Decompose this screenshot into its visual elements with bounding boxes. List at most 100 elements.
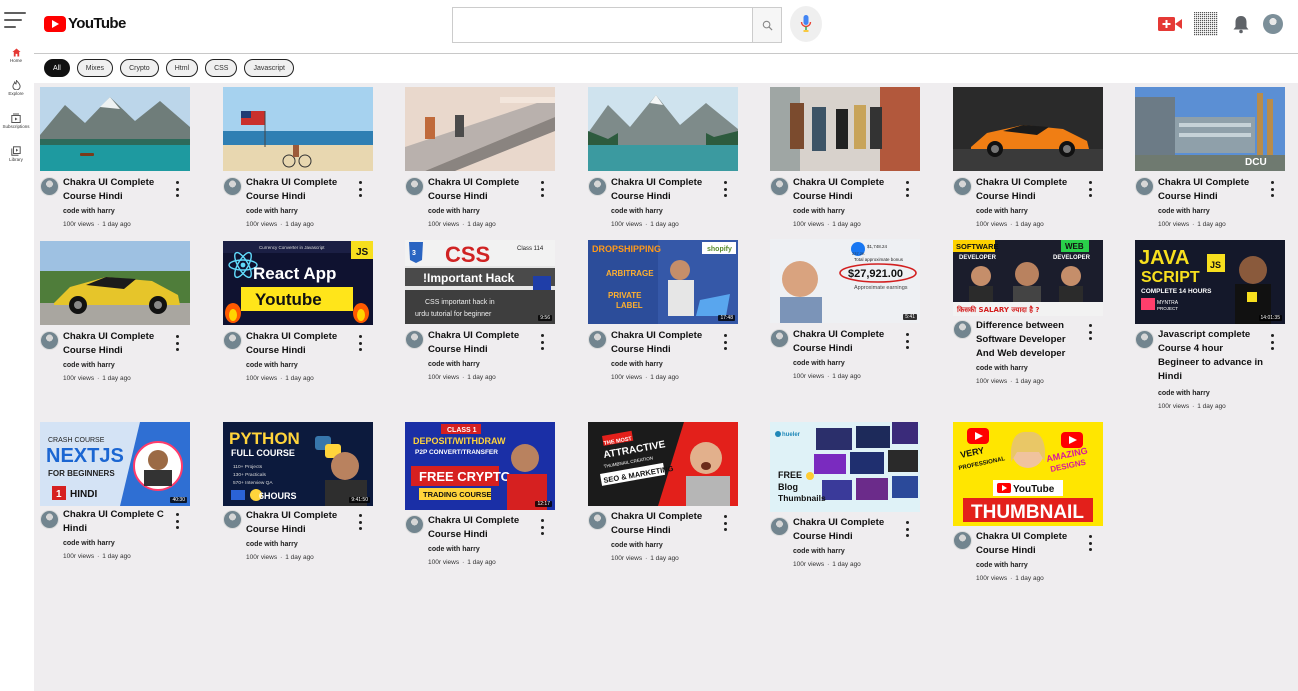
channel-name[interactable]: code with harry [1158,390,1210,397]
search-button[interactable] [752,7,782,43]
channel-name[interactable]: code with harry [1158,208,1210,215]
channel-name[interactable]: code with harry [246,208,298,215]
more-options-icon[interactable] [720,333,730,351]
more-options-icon[interactable] [355,180,365,198]
video-thumbnail[interactable] [40,241,190,325]
more-options-icon[interactable] [1267,333,1277,351]
channel-avatar[interactable] [770,517,789,536]
search-box[interactable] [452,7,752,43]
video-title[interactable]: Chakra UI Complete Course Hindi [63,176,171,204]
video-thumbnail[interactable]: DROPSHIPPING ARBITRAGE PRIVATE LABEL sho… [588,240,738,324]
channel-name[interactable]: code with harry [611,542,663,549]
sidebar-item-home[interactable]: Home [0,48,32,63]
channel-name[interactable]: code with harry [246,362,298,369]
channel-name[interactable]: code with harry [793,208,845,215]
channel-name[interactable]: code with harry [63,362,115,369]
video-thumbnail[interactable]: 3 CSS Class 114 !Important Hack CSS impo… [405,240,555,324]
video-title[interactable]: Javascript complete Course 4 hour Begine… [1158,328,1266,384]
video-thumbnail[interactable]: $1,748.24 Total approximate bonus 237.2K… [770,239,920,323]
video-thumbnail[interactable] [953,87,1103,171]
video-title[interactable]: Chakra UI Complete Course Hindi [63,330,171,358]
video-thumbnail[interactable] [588,87,738,171]
search-input[interactable] [453,8,752,42]
more-options-icon[interactable] [720,180,730,198]
more-options-icon[interactable] [1085,323,1095,341]
channel-name[interactable]: code with harry [63,208,115,215]
channel-name[interactable]: code with harry [428,208,480,215]
channel-name[interactable]: code with harry [428,361,480,368]
video-title[interactable]: Chakra UI Complete Course Hindi [976,176,1084,204]
video-thumbnail[interactable]: CLASS 1 DEPOSIT/WITHDRAW P2P CONVERT/TRA… [405,422,555,510]
voice-search-button[interactable] [790,6,822,42]
video-thumbnail[interactable]: VERY PROFESSIONAL AMAZING DESIGNS YouTub… [953,422,1103,526]
video-title[interactable]: Chakra UI Complete Course Hindi [793,516,901,544]
channel-name[interactable]: code with harry [428,546,480,553]
video-title[interactable]: Chakra UI Complete Course Hindi [428,514,536,542]
channel-avatar[interactable] [953,531,972,550]
video-thumbnail[interactable]: DCU [1135,87,1285,171]
apps-button[interactable] [1194,12,1218,36]
video-title[interactable]: Chakra UI Complete Course Hindi [976,530,1084,558]
more-options-icon[interactable] [537,333,547,351]
more-options-icon[interactable] [537,180,547,198]
video-thumbnail[interactable]: JAVA SCRIPT JS COMPLETE 14 HOURS MYNTRA … [1135,240,1285,324]
channel-avatar[interactable] [223,510,242,529]
channel-avatar[interactable] [405,177,424,196]
channel-name[interactable]: code with harry [611,361,663,368]
channel-avatar[interactable] [1135,177,1154,196]
more-options-icon[interactable] [172,334,182,352]
video-title[interactable]: Chakra UI Complete Course Hindi [793,328,901,356]
more-options-icon[interactable] [537,518,547,536]
video-thumbnail[interactable]: CRASH COURSE NEXTJS FOR BEGINNERS 1 HIND… [40,422,190,506]
channel-avatar[interactable] [405,515,424,534]
channel-avatar[interactable] [40,510,59,529]
video-title[interactable]: Chakra UI Complete Course Hindi [611,176,719,204]
channel-avatar[interactable] [40,331,59,350]
more-options-icon[interactable] [172,512,182,530]
video-title[interactable]: Chakra UI Complete Course Hindi [611,329,719,357]
video-thumbnail[interactable] [770,87,920,171]
chip-css[interactable]: CSS [205,59,238,77]
video-title[interactable]: Difference between Software Developer An… [976,319,1084,361]
chip-all[interactable]: All [44,59,70,77]
more-options-icon[interactable] [1085,180,1095,198]
video-title[interactable]: Chakra UI Complete Course Hindi [246,509,354,537]
create-video-button[interactable] [1158,12,1182,36]
sidebar-item-explore[interactable]: Explore [0,80,32,96]
channel-avatar[interactable] [1135,330,1154,349]
video-thumbnail[interactable]: Currency Converter in Javascript JS Reac… [223,241,373,325]
sidebar-item-library[interactable]: Library [0,146,32,162]
video-title[interactable]: Chakra UI Complete C Hindi [63,508,168,536]
channel-name[interactable]: code with harry [976,208,1028,215]
notifications-button[interactable] [1229,12,1253,36]
more-options-icon[interactable] [355,334,365,352]
youtube-logo[interactable]: YouTube [44,15,126,32]
video-thumbnail[interactable]: hueler FREE Blog Thumbnails [770,422,920,512]
channel-avatar[interactable] [40,177,59,196]
channel-avatar[interactable] [953,177,972,196]
video-title[interactable]: Chakra UI Complete Course Hindi [246,176,354,204]
channel-avatar[interactable] [588,511,607,530]
channel-name[interactable]: code with harry [246,541,298,548]
channel-avatar[interactable] [405,330,424,349]
chip-crypto[interactable]: Crypto [120,59,159,77]
video-thumbnail[interactable] [223,87,373,171]
channel-name[interactable]: code with harry [611,208,663,215]
chip-html[interactable]: Html [165,59,199,77]
channel-avatar[interactable] [588,177,607,196]
channel-name[interactable]: code with harry [793,548,845,555]
video-title[interactable]: Chakra UI Complete Course Hindi [246,330,354,358]
video-title[interactable]: Chakra UI Complete Course Hindi [611,510,719,538]
more-options-icon[interactable] [902,332,912,350]
channel-avatar[interactable] [953,320,972,339]
channel-name[interactable]: code with harry [976,365,1028,372]
channel-avatar[interactable] [770,177,789,196]
hamburger-menu-icon[interactable] [4,12,26,30]
more-options-icon[interactable] [720,514,730,532]
channel-avatar[interactable] [223,177,242,196]
more-options-icon[interactable] [1085,534,1095,552]
video-title[interactable]: Chakra UI Complete Course Hindi [428,176,536,204]
video-title[interactable]: Chakra UI Complete Course Hindi [428,329,536,357]
channel-avatar[interactable] [770,329,789,348]
chip-mixes[interactable]: Mixes [76,59,114,77]
